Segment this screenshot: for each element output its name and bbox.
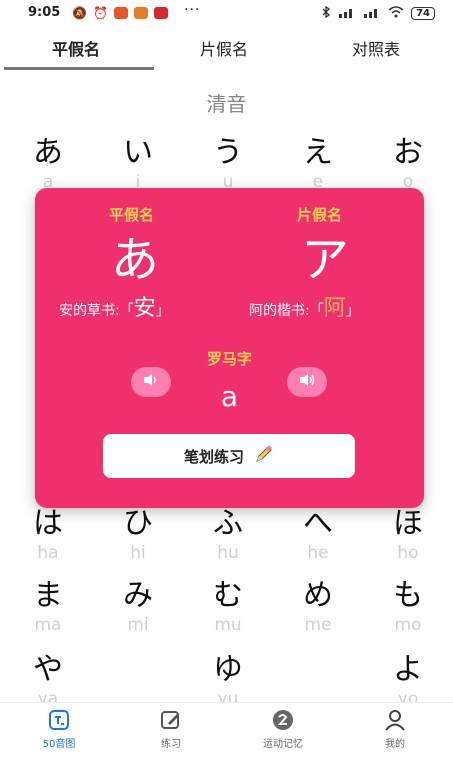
nav-label: 我的 — [385, 739, 405, 750]
bluetooth-icon — [321, 5, 331, 21]
kana-cell[interactable]: へ he — [288, 506, 348, 564]
kana-row: は ha ひ hi ふ hu へ he ほ ho — [0, 506, 453, 576]
status-bar: 9:05 🔕 ⏰ ··· 74 — [0, 0, 453, 26]
katakana-label: 片假名 — [297, 206, 343, 224]
kana-cell[interactable]: み mi — [108, 578, 168, 636]
status-left-icons: 🔕 ⏰ — [72, 6, 168, 20]
romaji-label: 罗马字 — [206, 350, 252, 368]
person-icon — [384, 709, 406, 731]
kana-char: ほ — [393, 506, 423, 541]
kana-romaji: he — [307, 543, 329, 563]
signal-icon — [363, 7, 381, 21]
nav-item-practice[interactable]: 练习 — [126, 709, 216, 750]
kana-char: よ — [393, 652, 423, 687]
wifi-icon — [388, 6, 404, 21]
kana-cell[interactable]: ひ hi — [108, 506, 168, 564]
kana-romaji: mu — [214, 615, 242, 635]
pencil-icon — [254, 444, 274, 468]
kana-romaji: mi — [127, 615, 149, 635]
katakana-origin-label: 阿的楷书:「 — [249, 303, 324, 319]
kana-char: う — [213, 135, 243, 170]
nav-item-50-chart[interactable]: 50音图 — [14, 709, 104, 750]
kana-char: は — [33, 506, 63, 541]
kana-cell[interactable]: いi — [108, 135, 168, 193]
tab-bar: 平假名 片假名 对照表 — [0, 30, 453, 70]
kana-cell[interactable]: め me — [288, 578, 348, 636]
kana-char: む — [213, 578, 243, 613]
kana-row: ま ma み mi む mu め me も mo — [0, 578, 453, 648]
hiragana-origin-glyph: 安 — [133, 296, 156, 321]
kana-cell[interactable]: ほ ho — [378, 506, 438, 564]
katakana-char: ア — [301, 232, 350, 288]
kana-char: や — [33, 652, 63, 687]
nav-item-motion-memory[interactable]: 运动记忆 — [238, 709, 328, 750]
app-notification-icon — [113, 7, 128, 19]
edit-icon — [160, 709, 182, 731]
hiragana-origin-label: 安的草书:「 — [59, 303, 134, 319]
kana-char: お — [393, 135, 423, 170]
kana-char: ひ — [123, 506, 153, 541]
hiragana-origin: 安的草书:「安」 — [59, 290, 170, 322]
alarm-icon: ⏰ — [92, 6, 108, 20]
kana-cell[interactable]: も mo — [378, 578, 438, 636]
kana-romaji: hu — [217, 543, 239, 563]
kana-char: ま — [33, 578, 63, 613]
tab-katakana[interactable]: 片假名 — [200, 36, 248, 60]
kana-cell[interactable]: おo — [378, 135, 438, 193]
stroke-practice-label: 笔划练习 — [183, 447, 244, 466]
katakana-origin-glyph: 阿 — [323, 296, 346, 321]
kana-cell[interactable]: ふ hu — [198, 506, 258, 564]
signal-icon — [338, 7, 356, 21]
kana-cell[interactable]: は ha — [18, 506, 78, 564]
kana-romaji: ha — [37, 543, 59, 563]
kana-cell[interactable]: ま ma — [18, 578, 78, 636]
kana-cell[interactable]: えe — [288, 135, 348, 193]
tab-hiragana[interactable]: 平假名 — [52, 36, 100, 60]
nav-label: 运动记忆 — [263, 739, 303, 750]
kana-char: え — [303, 135, 333, 170]
section-title: 清音 — [206, 92, 247, 116]
status-right-icons: 74 — [321, 5, 435, 21]
hiragana-label: 平假名 — [109, 206, 155, 224]
kana-char: ふ — [213, 506, 243, 541]
kana-char: ゆ — [213, 652, 243, 687]
nav-label: 50音图 — [42, 739, 76, 750]
kana-char: み — [123, 578, 153, 613]
mute-icon: 🔕 — [72, 6, 87, 20]
more-notifications-icon: ··· — [184, 2, 201, 18]
kana-char: へ — [303, 506, 333, 541]
hiragana-char: あ — [111, 232, 160, 288]
kana-romaji: ma — [34, 615, 62, 635]
kana-detail-popup: 平假名 片假名 あ ア 安的草书:「安」 阿的楷书:「阿」 罗马字 a 笔划练习 — [35, 188, 424, 508]
kana-char: あ — [33, 135, 63, 170]
romaji-value: a — [220, 380, 239, 413]
nav-item-profile[interactable]: 我的 — [350, 709, 440, 750]
kana-cell[interactable]: うu — [198, 135, 258, 193]
app-notification-icon — [153, 7, 168, 19]
battery-icon: 74 — [411, 7, 435, 20]
kana-cell[interactable]: む mu — [198, 578, 258, 636]
kana-cell[interactable]: あa — [18, 135, 78, 193]
nav-label: 练习 — [161, 739, 181, 750]
kana-romaji: ho — [397, 543, 419, 563]
stroke-practice-button[interactable]: 笔划练习 — [103, 434, 355, 478]
chart-icon — [48, 709, 70, 731]
tab-comparison[interactable]: 对照表 — [352, 36, 400, 60]
hiragana-origin-close: 」 — [155, 303, 170, 319]
kana-romaji: me — [304, 615, 332, 635]
katakana-origin: 阿的楷书:「阿」 — [249, 290, 360, 322]
kana-char: も — [393, 578, 423, 613]
app-notification-icon — [133, 7, 148, 19]
kana-romaji: mo — [394, 615, 422, 635]
kana-char: め — [303, 578, 333, 613]
memory-icon — [272, 709, 294, 731]
tab-indicator — [4, 67, 154, 70]
kana-char: い — [123, 135, 153, 170]
status-time: 9:05 — [28, 5, 61, 20]
kana-romaji: hi — [130, 543, 146, 563]
bottom-nav: 50音图 练习 运动记忆 我的 — [0, 702, 453, 760]
katakana-origin-close: 」 — [345, 303, 360, 319]
